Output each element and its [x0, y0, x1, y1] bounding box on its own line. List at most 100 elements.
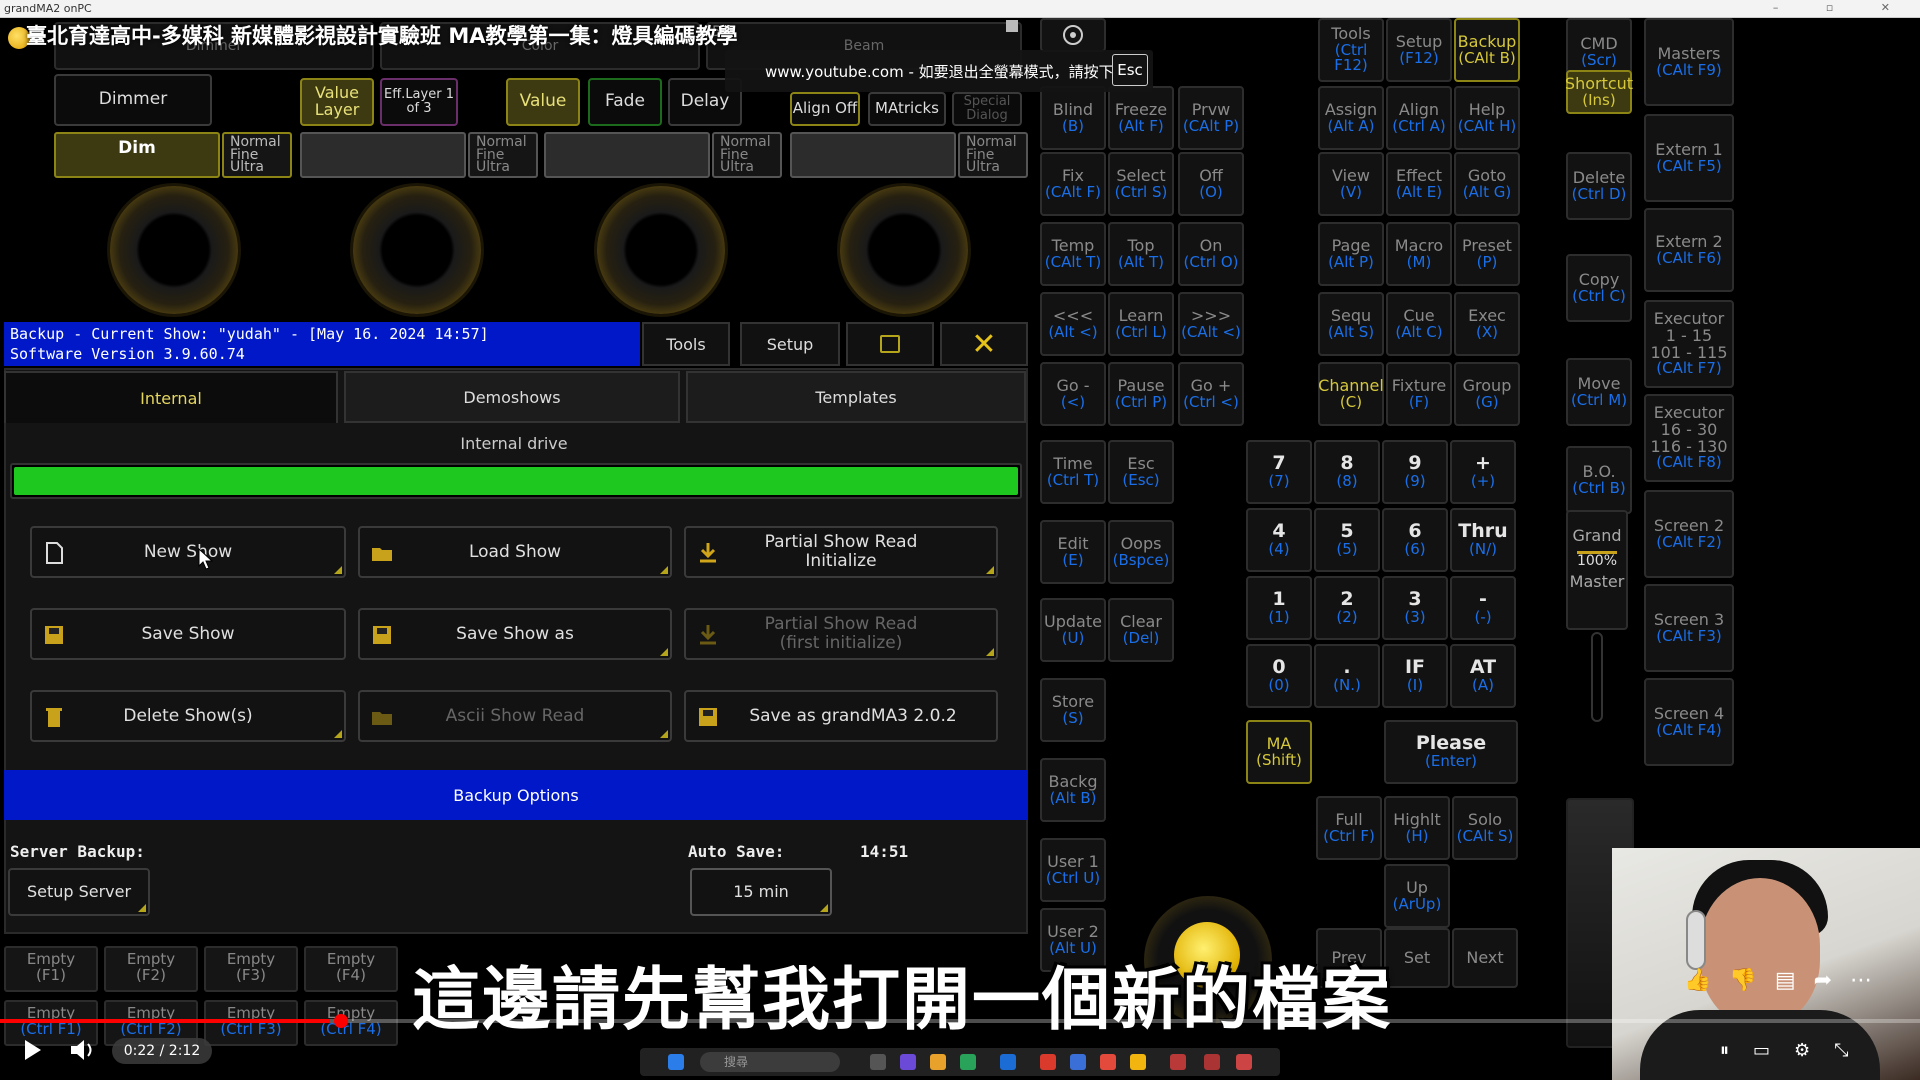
window-controls[interactable]: – ▫ ✕: [1773, 1, 1912, 14]
resolution-selector-4[interactable]: Normal Fine Ultra: [958, 132, 1028, 178]
key-c5-1[interactable]: Align (Ctrl A): [1386, 86, 1452, 150]
tools-button[interactable]: Tools: [642, 322, 730, 366]
exec-button-f1[interactable]: Empty (F1): [4, 946, 98, 992]
play-button[interactable]: [18, 1036, 46, 1064]
special-dialog-button[interactable]: Special Dialog: [952, 92, 1022, 126]
taskbar-app-icon-7[interactable]: [1070, 1054, 1086, 1070]
exit-fullscreen-icon[interactable]: ⤡: [1834, 1040, 1872, 1061]
key-c5-3[interactable]: Macro (M): [1386, 222, 1452, 286]
key-c4-0[interactable]: Tools (Ctrl F12): [1318, 18, 1384, 82]
partial-read-first-button[interactable]: Partial Show Read (first initialize): [684, 608, 998, 660]
key-c8-7[interactable]: Screen 4 (CAlt F4): [1644, 678, 1734, 766]
auto-save-interval-field[interactable]: 15 min: [690, 868, 832, 916]
encoder-knob-4[interactable]: [840, 186, 968, 314]
save-show-button[interactable]: Save Show: [30, 608, 346, 660]
exec-button-ctrl-f4[interactable]: Empty (Ctrl F4): [304, 1000, 398, 1046]
taskbar-app-icon-5[interactable]: [1000, 1054, 1016, 1070]
key-c2-6[interactable]: Oops (Bspce): [1108, 520, 1174, 584]
key-c2-0[interactable]: Freeze (Alt F): [1108, 86, 1174, 150]
numpad-key-15[interactable]: AT (A): [1450, 644, 1516, 708]
exec-button-ctrl-f3[interactable]: Empty (Ctrl F3): [204, 1000, 298, 1046]
exec-button-f2[interactable]: Empty (F2): [104, 946, 198, 992]
key-c2-3[interactable]: Learn (Ctrl L): [1108, 292, 1174, 356]
numpad-key-0[interactable]: 7 (7): [1246, 440, 1312, 504]
taskbar-search[interactable]: 搜尋: [700, 1052, 840, 1072]
key-c8-4[interactable]: Executor 16 - 30 116 - 130 (CAlt F8): [1644, 394, 1734, 482]
numpad-key-10[interactable]: 3 (3): [1382, 576, 1448, 640]
key-c4-4[interactable]: Sequ (Alt S): [1318, 292, 1384, 356]
resolution-selector-2[interactable]: Normal Fine Ultra: [468, 132, 538, 178]
key-c7-3[interactable]: Copy (Ctrl C): [1566, 254, 1632, 322]
comment-icon[interactable]: ▤: [1775, 968, 1814, 993]
key-c4-5[interactable]: Channel (C): [1318, 362, 1384, 426]
fade-button[interactable]: Fade: [588, 78, 662, 126]
like-icon[interactable]: 👍: [1684, 968, 1729, 993]
key-c8-3[interactable]: Executor 1 - 15 101 - 115 (CAlt F7): [1644, 300, 1734, 388]
please-enter-key[interactable]: Please (Enter): [1384, 720, 1518, 784]
partial-read-init-button[interactable]: Partial Show Read Initialize: [684, 526, 998, 578]
key-c6-0[interactable]: Backup (CAlt B): [1454, 18, 1520, 82]
key-c4-1[interactable]: Assign (Alt A): [1318, 86, 1384, 150]
tab-internal[interactable]: Internal: [4, 371, 338, 423]
more-icon[interactable]: ⋯: [1850, 968, 1890, 993]
key-c1-6[interactable]: Edit (E): [1040, 520, 1106, 584]
taskbar-app-icon-8[interactable]: [1100, 1054, 1116, 1070]
numpad-key-3[interactable]: + (+): [1450, 440, 1516, 504]
key-c6-3[interactable]: Preset (P): [1454, 222, 1520, 286]
fader-slot-2[interactable]: [300, 132, 466, 178]
key-c6-2[interactable]: Goto (Alt G): [1454, 152, 1520, 216]
fader-slot-3[interactable]: [544, 132, 710, 178]
load-show-button[interactable]: Load Show: [358, 526, 672, 578]
key-c3-2[interactable]: On (Ctrl O): [1178, 222, 1244, 286]
key-c1-4[interactable]: Go - (<): [1040, 362, 1106, 426]
numpad-key-14[interactable]: IF (I): [1382, 644, 1448, 708]
grand-master-track[interactable]: [1591, 632, 1603, 722]
encoder-toggle-button[interactable]: [1040, 18, 1106, 52]
tab-demoshows[interactable]: Demoshows: [344, 371, 680, 423]
key-c6-5[interactable]: Group (G): [1454, 362, 1520, 426]
numpad-key-8[interactable]: 1 (1): [1246, 576, 1312, 640]
pin-button[interactable]: [846, 322, 934, 366]
key-c8-6[interactable]: Screen 3 (CAlt F3): [1644, 584, 1734, 672]
key-c1-9[interactable]: Backg (Alt B): [1040, 758, 1106, 822]
taskbar-app-icon-2[interactable]: [900, 1054, 916, 1070]
volume-button[interactable]: [68, 1036, 98, 1064]
key-c5-2[interactable]: Effect (Alt E): [1386, 152, 1452, 216]
numpad-key-4[interactable]: 4 (4): [1246, 508, 1312, 572]
key-c1-0[interactable]: Blind (B): [1040, 86, 1106, 150]
numpad-key-13[interactable]: . (N.): [1314, 644, 1380, 708]
key-c5-0[interactable]: Setup (F12): [1386, 18, 1452, 82]
eff-layer-button[interactable]: Eff.Layer 1 of 3: [380, 78, 458, 126]
taskbar-app-icon-12[interactable]: [1236, 1054, 1252, 1070]
taskbar-app-icon-9[interactable]: [1130, 1054, 1146, 1070]
solo-key[interactable]: Solo (CAlt S): [1452, 796, 1518, 860]
exec-button-f4[interactable]: Empty (F4): [304, 946, 398, 992]
setup-server-button[interactable]: Setup Server: [8, 868, 150, 916]
resolution-selector-3[interactable]: Normal Fine Ultra: [712, 132, 782, 178]
key-c3-0[interactable]: Prvw (CAlt P): [1178, 86, 1244, 150]
exec-button-f3[interactable]: Empty (F3): [204, 946, 298, 992]
key-c7-2[interactable]: Delete (Ctrl D): [1566, 152, 1632, 220]
key-c6-1[interactable]: Help (CAlt H): [1454, 86, 1520, 150]
matricks-button[interactable]: MAtricks: [868, 92, 946, 126]
ma-shift-key[interactable]: MA (Shift): [1246, 720, 1312, 784]
numpad-key-6[interactable]: 6 (6): [1382, 508, 1448, 572]
numpad-key-12[interactable]: 0 (0): [1246, 644, 1312, 708]
fader-slot-1[interactable]: Dim: [54, 132, 220, 178]
numpad-key-2[interactable]: 9 (9): [1382, 440, 1448, 504]
numpad-key-5[interactable]: 5 (5): [1314, 508, 1380, 572]
key-c1-7[interactable]: Update (U): [1040, 598, 1106, 662]
encoder-knob-3[interactable]: [597, 186, 725, 314]
key-c2-5[interactable]: Esc (Esc): [1108, 440, 1174, 504]
save-show-as-button[interactable]: Save Show as: [358, 608, 672, 660]
taskbar-app-icon-1[interactable]: [870, 1054, 886, 1070]
key-c8-2[interactable]: Extern 2 (CAlt F6): [1644, 208, 1734, 292]
subtitles-icon[interactable]: ▭: [1753, 1040, 1794, 1061]
fader-slot-4[interactable]: [790, 132, 956, 178]
key-c2-2[interactable]: Top (Alt T): [1108, 222, 1174, 286]
key-c1-8[interactable]: Store (S): [1040, 678, 1106, 742]
ascii-show-read-button[interactable]: Ascii Show Read: [358, 690, 672, 742]
key-c8-5[interactable]: Screen 2 (CAlt F2): [1644, 490, 1734, 578]
key-c7-1[interactable]: Shortcut (Ins): [1565, 70, 1633, 114]
taskbar-app-icon-11[interactable]: [1204, 1054, 1220, 1070]
